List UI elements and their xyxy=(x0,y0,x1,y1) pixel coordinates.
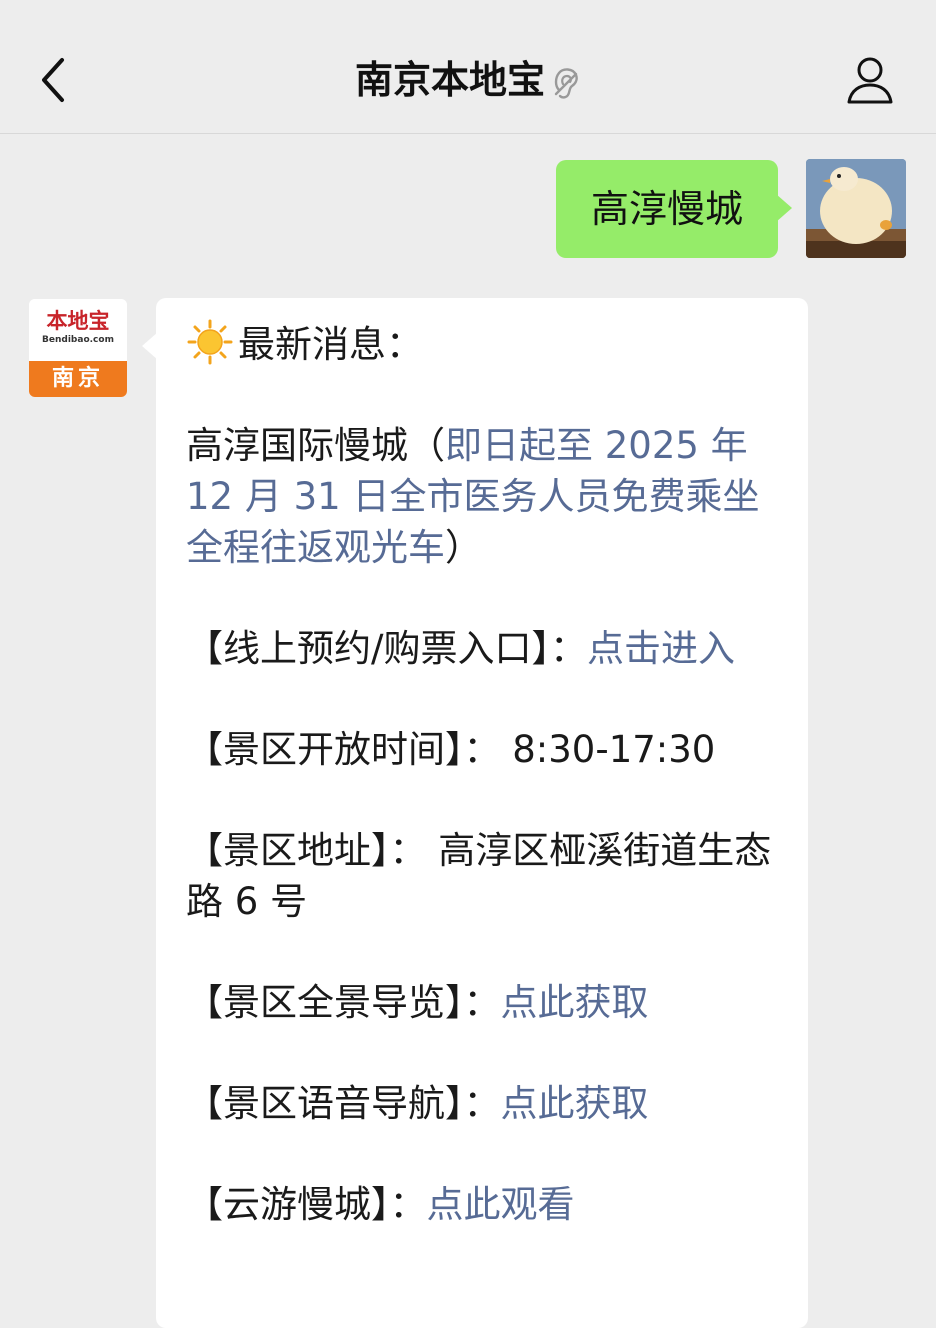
incoming-message-bubble: 最新消息： 高淳国际慢城（即日起至 2025 年 12 月 31 日全市医务人员… xyxy=(142,298,808,1328)
cloud-tour-line: 【云游慢城】：点此观看 xyxy=(186,1179,778,1230)
booking-label: 【线上预约/购票入口】： xyxy=(186,627,587,670)
user-avatar[interactable] xyxy=(806,159,906,258)
headline: 最新消息： xyxy=(186,318,778,370)
panorama-line: 【景区全景导览】：点此获取 xyxy=(186,977,778,1028)
cloud-tour-label: 【云游慢城】： xyxy=(186,1183,427,1226)
hours-label: 【景区开放时间】： xyxy=(186,728,501,771)
intro-prefix: 高淳国际慢城（ xyxy=(186,424,445,467)
audio-guide-line: 【景区语音导航】：点此获取 xyxy=(186,1078,778,1129)
booking-link[interactable]: 点击进入 xyxy=(587,627,735,670)
intro-suffix: ） xyxy=(445,526,482,569)
hours-line: 【景区开放时间】： 8:30-17:30 xyxy=(186,724,778,775)
ear-icon xyxy=(554,67,578,99)
audio-guide-label: 【景区语音导航】： xyxy=(186,1082,501,1125)
panorama-link[interactable]: 点此获取 xyxy=(501,981,649,1024)
hours-value: 8:30-17:30 xyxy=(500,728,716,771)
intro-paragraph: 高淳国际慢城（即日起至 2025 年 12 月 31 日全市医务人员免费乘坐全程… xyxy=(186,420,778,573)
address-line: 【景区地址】： 高淳区桠溪街道生态路 6 号 xyxy=(186,825,778,927)
chat-title-container: 南京本地宝 xyxy=(0,52,936,108)
person-icon[interactable] xyxy=(844,54,896,108)
outgoing-message-bubble[interactable]: 高淳慢城 xyxy=(556,160,792,258)
logo-text: 本地宝 xyxy=(46,309,110,333)
panorama-label: 【景区全景导览】： xyxy=(186,981,501,1024)
bendibao-logo: 本地宝 Bendibao.com xyxy=(29,299,127,361)
audio-guide-link[interactable]: 点此获取 xyxy=(501,1082,649,1125)
booking-line: 【线上预约/购票入口】：点击进入 xyxy=(186,623,778,674)
sun-icon xyxy=(187,319,233,365)
account-avatar[interactable]: 本地宝 Bendibao.com 南京 xyxy=(29,299,127,397)
outgoing-message-text: 高淳慢城 xyxy=(590,187,743,231)
cloud-tour-link[interactable]: 点此观看 xyxy=(427,1183,575,1226)
logo-city-label: 南京 xyxy=(29,361,127,397)
headline-text: 最新消息： xyxy=(238,323,423,366)
top-nav-bar: 南京本地宝 xyxy=(0,0,936,134)
logo-subtext: Bendibao.com xyxy=(42,335,114,345)
address-label: 【景区地址】： xyxy=(186,829,427,872)
duck-avatar-image xyxy=(806,159,906,258)
chat-title: 南京本地宝 xyxy=(354,58,545,102)
